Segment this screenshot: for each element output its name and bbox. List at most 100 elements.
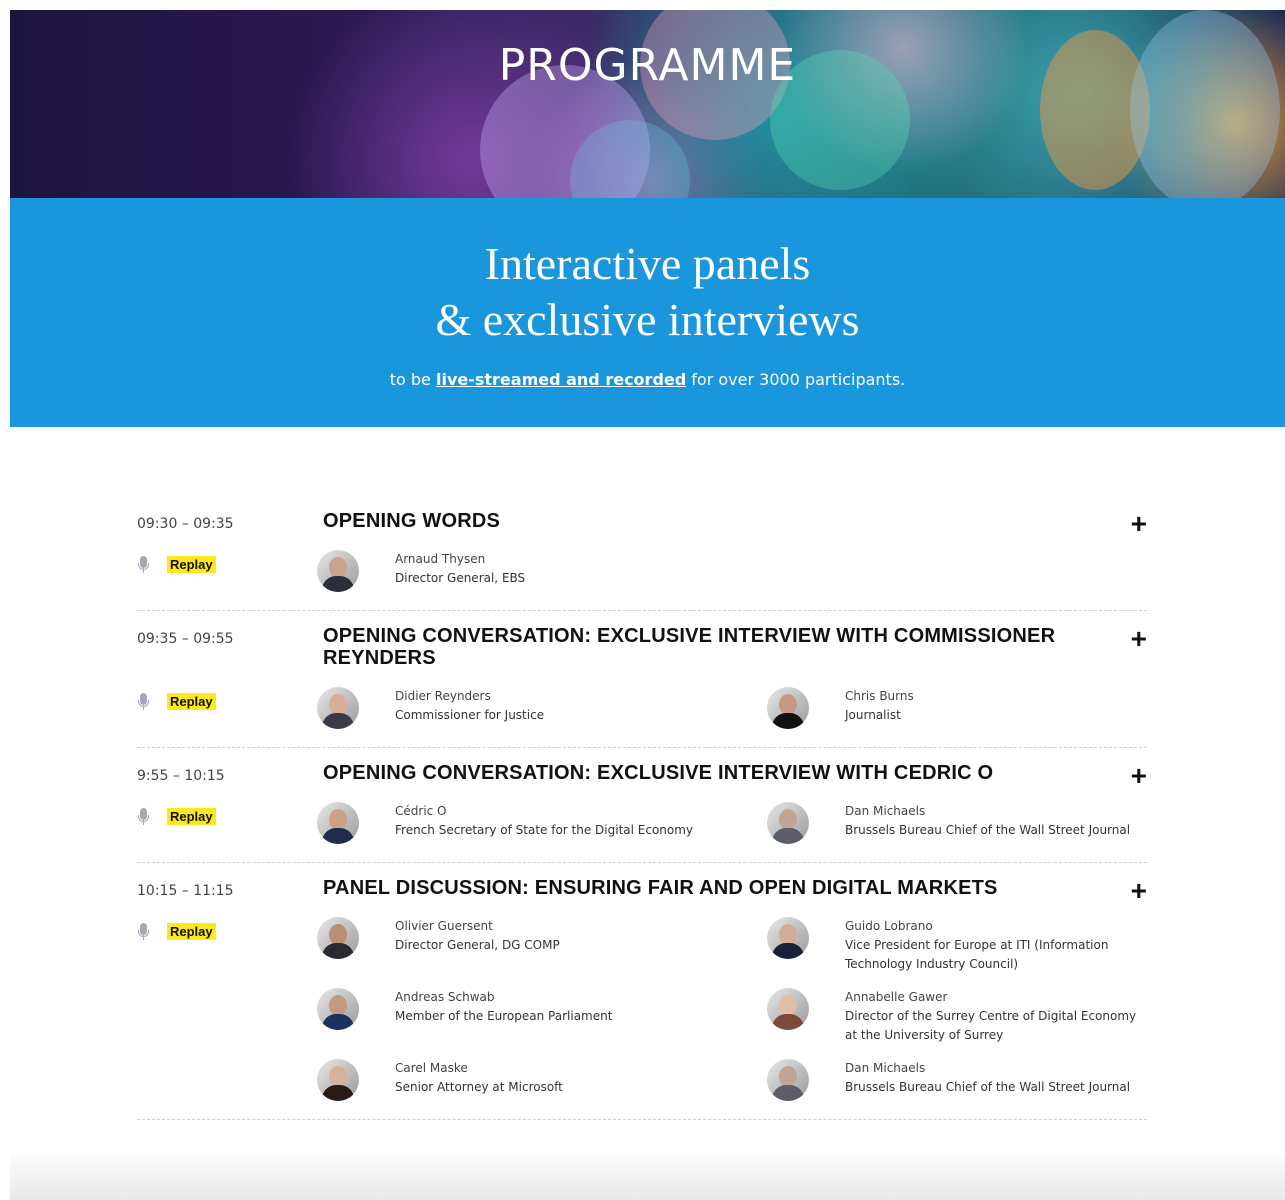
avatar-body (322, 713, 354, 729)
speaker-name: Cédric O (395, 804, 447, 818)
speaker-info: Cédric O French Secretary of State for t… (395, 802, 693, 840)
avatar-face (779, 995, 797, 1016)
session-time: 9:55 – 10:15 (137, 768, 225, 784)
replay-button[interactable]: Replay (167, 808, 216, 825)
speaker-info: Annabelle Gawer Director of the Surrey C… (845, 988, 1147, 1045)
speaker-role: Director of the Surrey Centre of Digital… (845, 1009, 1137, 1042)
session-title[interactable]: OPENING CONVERSATION: EXCLUSIVE INTERVIE… (323, 625, 1083, 669)
microphone-icon (137, 693, 149, 711)
speaker-info: Olivier Guersent Director General, DG CO… (395, 917, 560, 955)
banner-sub-prefix: to be (389, 370, 436, 389)
programme-list: 09:30 – 09:35 OPENING WORDS + Replay Arn… (137, 510, 1147, 1134)
expand-plus-icon[interactable]: + (1131, 762, 1147, 790)
speaker: Andreas Schwab Member of the European Pa… (317, 988, 767, 1045)
replay-button[interactable]: Replay (167, 693, 216, 710)
scroll-fade (10, 1150, 1285, 1200)
speaker-role: Vice President for Europe at ITI (Inform… (845, 938, 1109, 971)
banner-heading: Interactive panels & exclusive interview… (10, 236, 1285, 348)
speaker: Annabelle Gawer Director of the Surrey C… (767, 988, 1147, 1045)
programme-session: 09:35 – 09:55 OPENING CONVERSATION: EXCL… (137, 625, 1147, 748)
banner-heading-line1: Interactive panels (484, 238, 811, 289)
speaker-role: Director General, DG COMP (395, 938, 560, 952)
intro-banner: Interactive panels & exclusive interview… (10, 198, 1285, 427)
microphone-icon (137, 556, 149, 574)
speaker-avatar (317, 687, 359, 729)
speaker-avatar (767, 687, 809, 729)
speaker: Didier Reynders Commissioner for Justice (317, 687, 767, 729)
avatar-face (779, 694, 797, 715)
avatar-face (329, 557, 347, 578)
hero-bokeh (1130, 10, 1280, 198)
speaker-info: Dan Michaels Brussels Bureau Chief of th… (845, 1059, 1130, 1097)
page-title: PROGRAMME (498, 40, 797, 91)
speaker-avatar (317, 550, 359, 592)
session-media: Replay (137, 802, 317, 844)
speaker-info: Arnaud Thysen Director General, EBS (395, 550, 525, 588)
banner-sub-suffix: for over 3000 participants. (686, 370, 906, 389)
replay-button[interactable]: Replay (167, 556, 216, 573)
session-media: Replay (137, 687, 317, 729)
speaker: Guido Lobrano Vice President for Europe … (767, 917, 1147, 974)
session-title[interactable]: OPENING WORDS (323, 510, 1083, 532)
speaker: Carel Maske Senior Attorney at Microsoft (317, 1059, 767, 1101)
speaker-avatar (317, 802, 359, 844)
speaker-avatar (767, 1059, 809, 1101)
speaker-name: Dan Michaels (845, 1061, 926, 1075)
speaker-info: Carel Maske Senior Attorney at Microsoft (395, 1059, 563, 1097)
banner-subtext: to be live-streamed and recorded for ove… (10, 370, 1285, 389)
speaker-info: Didier Reynders Commissioner for Justice (395, 687, 544, 725)
speaker-avatar (767, 988, 809, 1030)
session-media: Replay (137, 917, 317, 1101)
speaker-list: Cédric O French Secretary of State for t… (317, 802, 1147, 844)
avatar-body (772, 713, 804, 729)
session-body: Replay Didier Reynders Commissioner for … (137, 687, 1147, 729)
speaker-name: Dan Michaels (845, 804, 926, 818)
expand-plus-icon[interactable]: + (1131, 877, 1147, 905)
avatar-body (772, 943, 804, 959)
microphone-icon (137, 923, 149, 941)
session-header: 09:30 – 09:35 OPENING WORDS + (137, 510, 1147, 538)
speaker-avatar (767, 802, 809, 844)
expand-plus-icon[interactable]: + (1131, 625, 1147, 653)
session-body: Replay Olivier Guersent Director General… (137, 917, 1147, 1101)
replay-button[interactable]: Replay (167, 923, 216, 940)
session-header: 10:15 – 11:15 PANEL DISCUSSION: ENSURING… (137, 877, 1147, 905)
avatar-face (779, 809, 797, 830)
avatar-body (322, 943, 354, 959)
speaker: Cédric O French Secretary of State for t… (317, 802, 767, 844)
speaker-avatar (317, 988, 359, 1030)
speaker-name: Guido Lobrano (845, 919, 933, 933)
avatar-body (322, 1085, 354, 1101)
programme-session: 10:15 – 11:15 PANEL DISCUSSION: ENSURING… (137, 877, 1147, 1120)
speaker-avatar (767, 917, 809, 959)
hero-banner: PROGRAMME (10, 10, 1285, 198)
session-time: 09:30 – 09:35 (137, 516, 234, 532)
programme-session: 09:30 – 09:35 OPENING WORDS + Replay Arn… (137, 510, 1147, 611)
session-header: 09:35 – 09:55 OPENING CONVERSATION: EXCL… (137, 625, 1147, 670)
session-title[interactable]: PANEL DISCUSSION: ENSURING FAIR AND OPEN… (323, 877, 1083, 899)
speaker-role: Brussels Bureau Chief of the Wall Street… (845, 1080, 1131, 1094)
livestream-link[interactable]: live-streamed and recorded (436, 370, 686, 389)
speaker-role: Journalist (845, 708, 901, 722)
speaker-info: Chris Burns Journalist (845, 687, 914, 725)
speaker-role: Commissioner for Justice (395, 708, 545, 722)
speaker-name: Carel Maske (395, 1061, 468, 1075)
session-title[interactable]: OPENING CONVERSATION: EXCLUSIVE INTERVIE… (323, 762, 1083, 784)
speaker-role: Senior Attorney at Microsoft (395, 1080, 563, 1094)
avatar-face (329, 694, 347, 715)
speaker-role: Brussels Bureau Chief of the Wall Street… (845, 823, 1131, 837)
avatar-face (329, 1066, 347, 1087)
session-body: Replay Cédric O French Secretary of Stat… (137, 802, 1147, 844)
speaker-list: Didier Reynders Commissioner for Justice… (317, 687, 1147, 729)
expand-plus-icon[interactable]: + (1131, 510, 1147, 538)
avatar-body (322, 1014, 354, 1030)
speaker-info: Andreas Schwab Member of the European Pa… (395, 988, 612, 1026)
page: PROGRAMME Interactive panels & exclusive… (10, 10, 1285, 427)
speaker-name: Arnaud Thysen (395, 552, 486, 566)
avatar-body (772, 828, 804, 844)
speaker-list: Arnaud Thysen Director General, EBS (317, 550, 1147, 592)
session-time: 09:35 – 09:55 (137, 631, 234, 647)
speaker-info: Dan Michaels Brussels Bureau Chief of th… (845, 802, 1130, 840)
speaker-name: Chris Burns (845, 689, 914, 703)
speaker: Arnaud Thysen Director General, EBS (317, 550, 767, 592)
